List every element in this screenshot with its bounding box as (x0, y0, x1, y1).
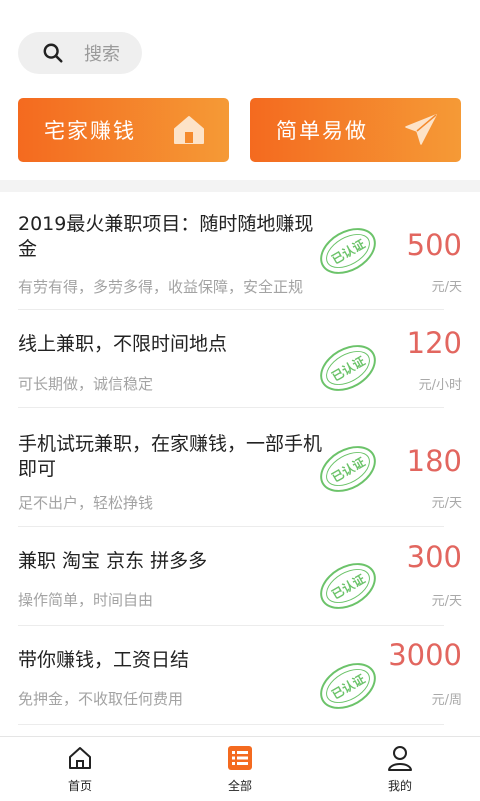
job-title: 手机试玩兼职，在家赚钱，一部手机即可 (18, 433, 323, 480)
bottom-tab-bar: 首页 全部 我的 (0, 736, 480, 801)
search-bar[interactable]: 搜索 (18, 32, 142, 74)
tab-label: 首页 (67, 779, 92, 793)
job-desc: 免押金，不收取任何费用 (18, 690, 184, 708)
section-divider (0, 180, 480, 192)
category-easy-task-button[interactable]: 简单易做 (250, 98, 461, 162)
job-unit: 元/周 (431, 693, 462, 708)
list-icon (228, 746, 252, 770)
job-desc: 操作简单，时间自由 (18, 591, 154, 609)
job-item[interactable]: 线上兼职，不限时间地点 可长期做，诚信稳定 120 元/小时 已认证 (18, 310, 462, 408)
job-price: 180 (406, 444, 462, 478)
job-title: 线上兼职，不限时间地点 (18, 333, 228, 355)
job-unit: 元/天 (431, 280, 462, 295)
category-label: 简单易做 (276, 119, 368, 143)
job-price: 120 (406, 326, 462, 360)
job-item[interactable]: 手机试玩兼职，在家赚钱，一部手机即可 足不出户，轻松挣钱 180 元/天 已认证 (18, 408, 462, 527)
job-list: 2019最火兼职项目：随时随地赚现金 有劳有得，多劳多得，收益保障，安全正规 5… (0, 192, 480, 725)
job-desc: 有劳有得，多劳多得，收益保障，安全正规 (18, 278, 304, 296)
category-home-earn-button[interactable]: 宅家赚钱 (18, 98, 229, 162)
tab-mine[interactable]: 我的 (320, 737, 480, 801)
user-icon (388, 746, 412, 771)
search-icon (43, 43, 63, 63)
tab-label: 全部 (227, 779, 252, 793)
home-icon (69, 747, 91, 769)
job-desc: 可长期做，诚信稳定 (18, 375, 154, 393)
job-unit: 元/小时 (418, 378, 462, 393)
job-price: 300 (406, 540, 462, 574)
job-item[interactable]: 带你赚钱，工资日结 免押金，不收取任何费用 3000 元/周 已认证 (18, 626, 462, 725)
search-placeholder: 搜索 (84, 44, 120, 65)
job-title: 2019最火兼职项目：随时随地赚现金 (18, 213, 314, 260)
category-label: 宅家赚钱 (44, 119, 136, 143)
house-icon (174, 116, 204, 144)
job-unit: 元/天 (431, 496, 462, 511)
job-desc: 足不出户，轻松挣钱 (18, 494, 154, 512)
tab-all[interactable]: 全部 (160, 737, 320, 801)
job-unit: 元/天 (431, 594, 462, 609)
tab-label: 我的 (387, 779, 412, 793)
tab-home[interactable]: 首页 (0, 737, 160, 801)
job-price: 500 (406, 228, 462, 262)
paper-plane-icon (405, 114, 437, 145)
job-price: 3000 (388, 638, 462, 672)
job-title: 兼职 淘宝 京东 拼多多 (18, 550, 208, 572)
job-item[interactable]: 兼职 淘宝 京东 拼多多 操作简单，时间自由 300 元/天 已认证 (18, 527, 462, 626)
job-item[interactable]: 2019最火兼职项目：随时随地赚现金 有劳有得，多劳多得，收益保障，安全正规 5… (18, 192, 462, 310)
job-title: 带你赚钱，工资日结 (18, 649, 190, 671)
